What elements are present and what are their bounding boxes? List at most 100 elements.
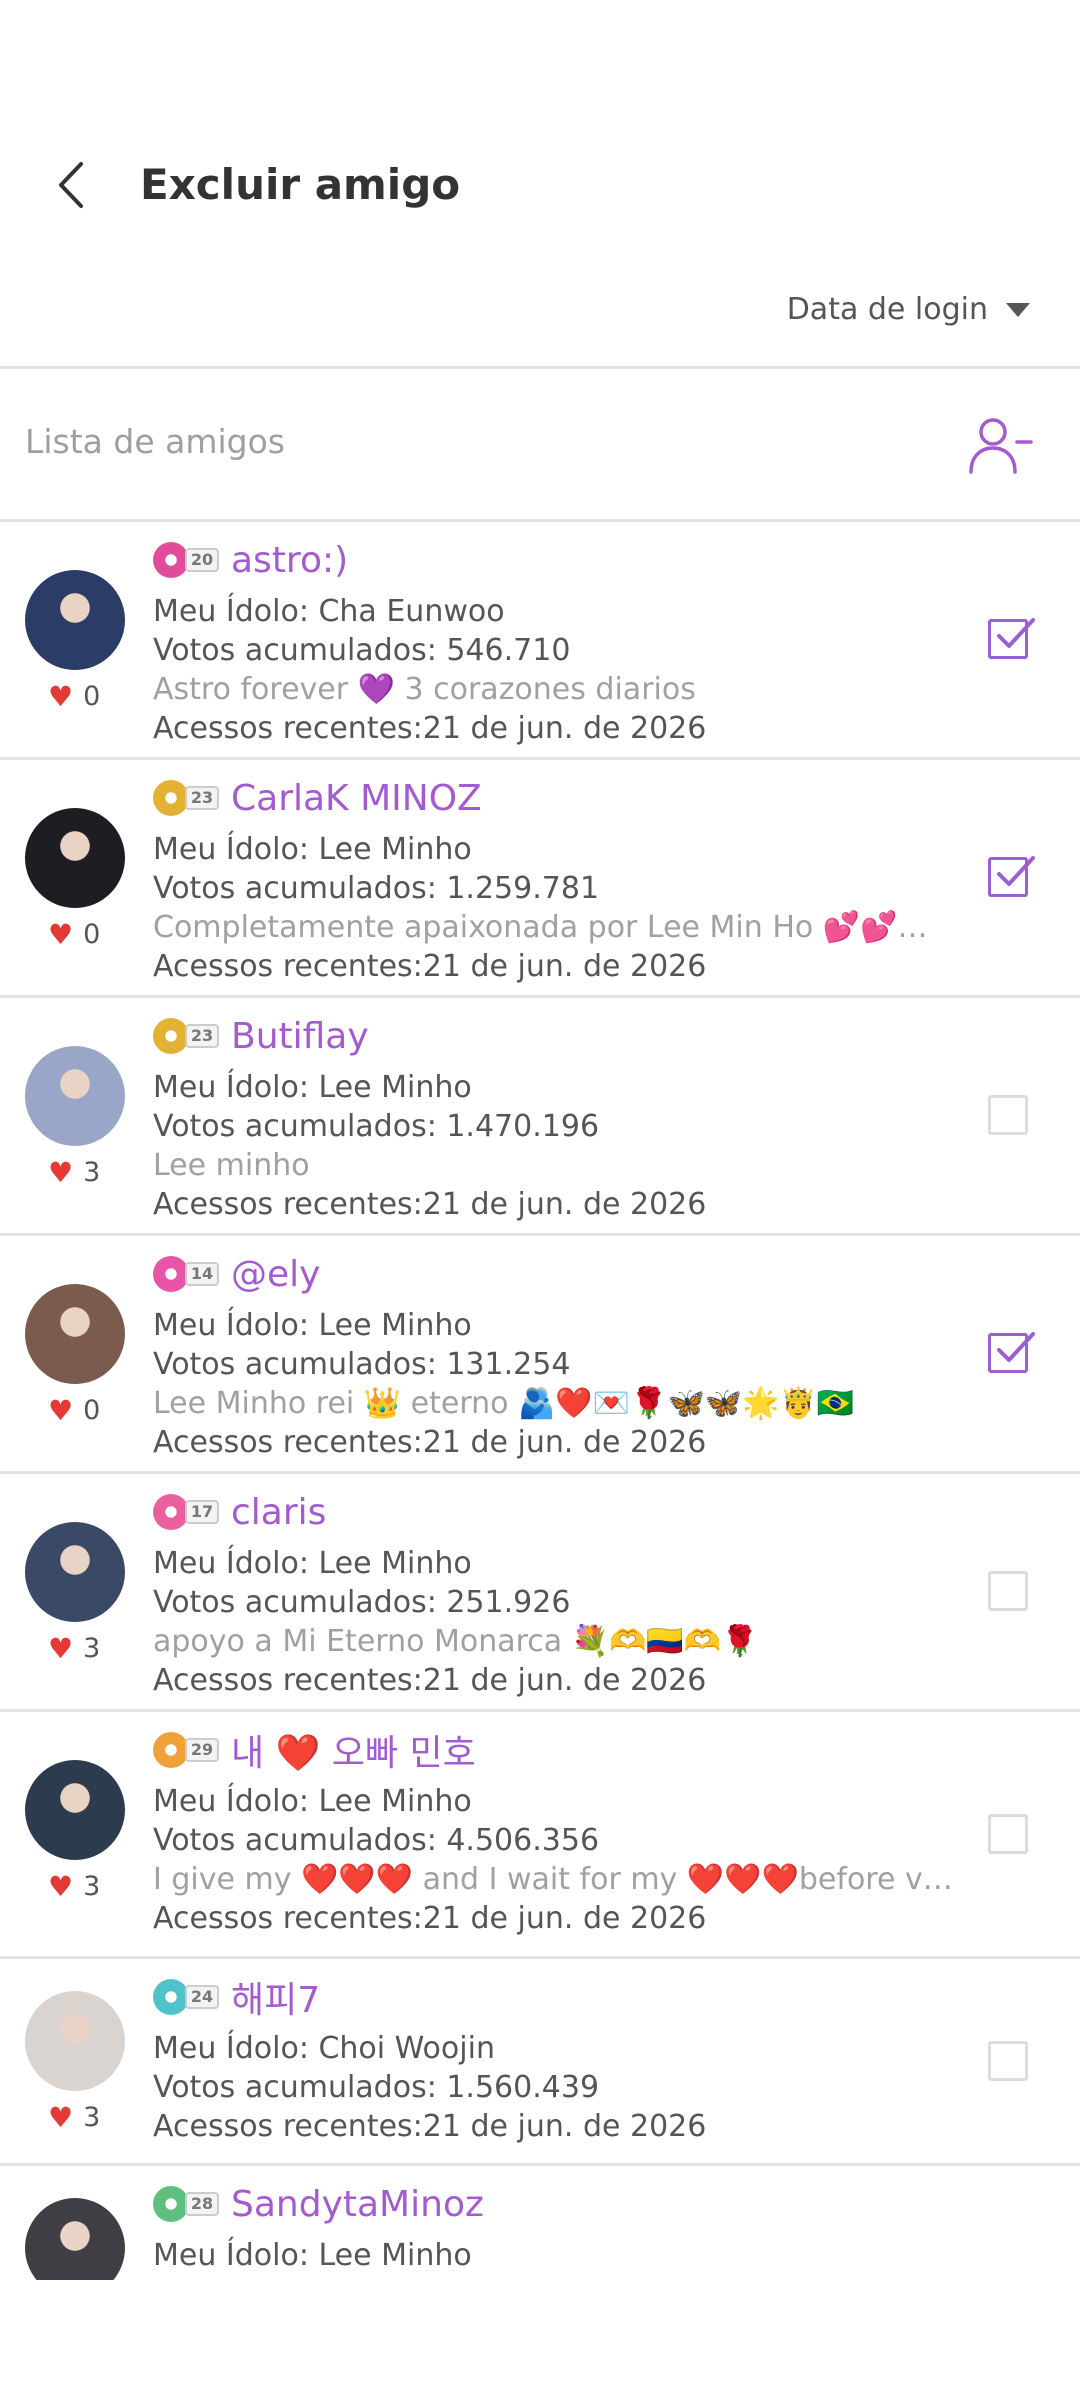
- level-emblem-icon: [153, 1979, 189, 2015]
- friend-name[interactable]: astro:): [231, 540, 348, 581]
- friend-row[interactable]: 28 SandytaMinoz Meu Ídolo: Lee Minho: [0, 2166, 1080, 2280]
- name-line: 29 내 ❤️ 오빠 민호: [153, 1726, 960, 1774]
- status-message: apoyo a Mi Eterno Monarca 💐🫶🇨🇴🫶🌹: [153, 1624, 759, 1659]
- favorite-idol: Meu Ídolo: Lee Minho: [153, 1070, 472, 1105]
- favorite-idol: Meu Ídolo: Lee Minho: [153, 2238, 472, 2273]
- heart-icon: ♥: [48, 680, 74, 713]
- select-checkbox[interactable]: [988, 856, 1035, 897]
- sort-dropdown[interactable]: Data de login: [787, 292, 1030, 327]
- name-line: 24 해피7: [153, 1973, 960, 2021]
- friend-name[interactable]: SandytaMinoz: [231, 2184, 484, 2225]
- remove-friend-icon[interactable]: [965, 410, 1035, 480]
- friend-row[interactable]: ♥ 0 14 @ely Meu Ídolo: Lee Minho Votos a…: [0, 1236, 1080, 1474]
- avatar[interactable]: [25, 570, 125, 670]
- friend-row[interactable]: ♥ 3 17 claris Meu Ídolo: Lee Minho Votos…: [0, 1474, 1080, 1712]
- friend-name[interactable]: @ely: [231, 1254, 320, 1295]
- heart-count: ♥ 3: [48, 1156, 100, 1189]
- level-badge: 14: [153, 1254, 223, 1294]
- friend-info: 20 astro:) Meu Ídolo: Cha Eunwoo Votos a…: [153, 536, 960, 748]
- level-emblem-icon: [153, 2186, 189, 2222]
- heart-icon: ♥: [48, 918, 74, 951]
- select-checkbox[interactable]: [988, 1095, 1028, 1135]
- avatar[interactable]: [25, 808, 125, 908]
- accumulated-votes: Votos acumulados: 1.560.439: [153, 2070, 600, 2105]
- heart-count-value: 0: [83, 1395, 101, 1426]
- friend-row[interactable]: ♥ 3 23 Butiflay Meu Ídolo: Lee Minho Vot…: [0, 998, 1080, 1236]
- accumulated-votes: Votos acumulados: 1.470.196: [153, 1109, 600, 1144]
- select-checkbox[interactable]: [988, 1332, 1035, 1373]
- friend-row[interactable]: ♥ 3 24 해피7 Meu Ídolo: Choi Woojin Votos …: [0, 1959, 1080, 2166]
- friend-row[interactable]: ♥ 0 23 CarlaK MINOZ Meu Ídolo: Lee Minho…: [0, 760, 1080, 998]
- avatar[interactable]: [25, 1760, 125, 1860]
- select-checkbox[interactable]: [988, 2041, 1028, 2081]
- level-emblem-icon: [153, 542, 189, 578]
- level-number: 23: [185, 786, 219, 810]
- accumulated-votes: Votos acumulados: 131.254: [153, 1347, 571, 1382]
- level-badge: 23: [153, 778, 223, 818]
- level-badge: 20: [153, 540, 223, 580]
- heart-count: ♥ 0: [48, 680, 100, 713]
- favorite-idol: Meu Ídolo: Choi Woojin: [153, 2031, 495, 2066]
- name-line: 17 claris: [153, 1488, 960, 1536]
- heart-count: ♥ 0: [48, 1394, 100, 1427]
- friend-name[interactable]: Butiflay: [231, 1016, 369, 1057]
- level-number: 28: [185, 2192, 219, 2216]
- friend-info: 14 @ely Meu Ídolo: Lee Minho Votos acumu…: [153, 1250, 960, 1462]
- sort-label: Data de login: [786, 292, 988, 327]
- select-checkbox[interactable]: [988, 1571, 1028, 1611]
- favorite-idol: Meu Ídolo: Lee Minho: [153, 832, 472, 867]
- favorite-idol: Meu Ídolo: Cha Eunwoo: [153, 594, 505, 629]
- friend-info: 29 내 ❤️ 오빠 민호 Meu Ídolo: Lee Minho Votos…: [153, 1726, 960, 1938]
- recent-access: Acessos recentes:21 de jun. de 2026: [153, 949, 707, 984]
- avatar[interactable]: [25, 1284, 125, 1384]
- checkmark-icon: [997, 856, 1035, 886]
- level-emblem-icon: [153, 780, 189, 816]
- friend-info: 23 Butiflay Meu Ídolo: Lee Minho Votos a…: [153, 1012, 960, 1224]
- friends-list-header: Lista de amigos: [0, 370, 1080, 520]
- friend-name[interactable]: 내 ❤️ 오빠 민호: [231, 1724, 476, 1776]
- friend-info: 28 SandytaMinoz Meu Ídolo: Lee Minho: [153, 2180, 960, 2275]
- checkmark-icon: [997, 1332, 1035, 1362]
- recent-access: Acessos recentes:21 de jun. de 2026: [153, 1663, 707, 1698]
- status-message: Astro forever 💜 3 corazones diarios: [153, 672, 696, 707]
- friend-name[interactable]: claris: [231, 1492, 326, 1533]
- avatar[interactable]: [25, 1046, 125, 1146]
- heart-icon: ♥: [48, 1394, 74, 1427]
- favorite-idol: Meu Ídolo: Lee Minho: [153, 1546, 472, 1581]
- bottom-spacer: [0, 2280, 1080, 2400]
- avatar[interactable]: [25, 2198, 125, 2280]
- list-label: Lista de amigos: [25, 422, 286, 461]
- status-message: Lee minho: [153, 1148, 310, 1183]
- level-number: 17: [185, 1500, 219, 1524]
- friend-name[interactable]: CarlaK MINOZ: [231, 778, 482, 819]
- accumulated-votes: Votos acumulados: 1.259.781: [153, 871, 600, 906]
- status-message: Lee Minho rei 👑 eterno 🫂❤️💌🌹🦋🦋🌟🤴🇧🇷: [153, 1386, 855, 1421]
- friend-row[interactable]: ♥ 3 29 내 ❤️ 오빠 민호 Meu Ídolo: Lee Minho V…: [0, 1712, 1080, 1959]
- level-badge: 23: [153, 1016, 223, 1056]
- level-number: 20: [185, 548, 219, 572]
- select-checkbox[interactable]: [988, 618, 1035, 659]
- heart-count-value: 0: [83, 681, 101, 712]
- accumulated-votes: Votos acumulados: 251.926: [153, 1585, 571, 1620]
- level-emblem-icon: [153, 1732, 189, 1768]
- accumulated-votes: Votos acumulados: 546.710: [153, 633, 571, 668]
- heart-icon: ♥: [48, 1870, 74, 1903]
- heart-count: ♥ 3: [48, 2101, 100, 2134]
- avatar[interactable]: [25, 1522, 125, 1622]
- select-checkbox[interactable]: [988, 1814, 1028, 1854]
- level-number: 14: [185, 1262, 219, 1286]
- level-emblem-icon: [153, 1256, 189, 1292]
- friend-row[interactable]: ♥ 0 20 astro:) Meu Ídolo: Cha Eunwoo Vot…: [0, 522, 1080, 760]
- heart-count-value: 3: [83, 1157, 101, 1188]
- friend-name[interactable]: 해피7: [231, 1971, 320, 2023]
- favorite-idol: Meu Ídolo: Lee Minho: [153, 1784, 472, 1819]
- chevron-left-icon: [59, 162, 83, 208]
- heart-icon: ♥: [48, 2101, 74, 2134]
- recent-access: Acessos recentes:21 de jun. de 2026: [153, 711, 707, 746]
- recent-access: Acessos recentes:21 de jun. de 2026: [153, 1425, 707, 1460]
- back-button[interactable]: [40, 150, 100, 220]
- accumulated-votes: Votos acumulados: 4.506.356: [153, 1823, 600, 1858]
- status-message: I give my ❤️❤️❤️ and I wait for my ❤️❤️❤…: [153, 1862, 960, 1897]
- avatar[interactable]: [25, 1991, 125, 2091]
- name-line: 23 CarlaK MINOZ: [153, 774, 960, 822]
